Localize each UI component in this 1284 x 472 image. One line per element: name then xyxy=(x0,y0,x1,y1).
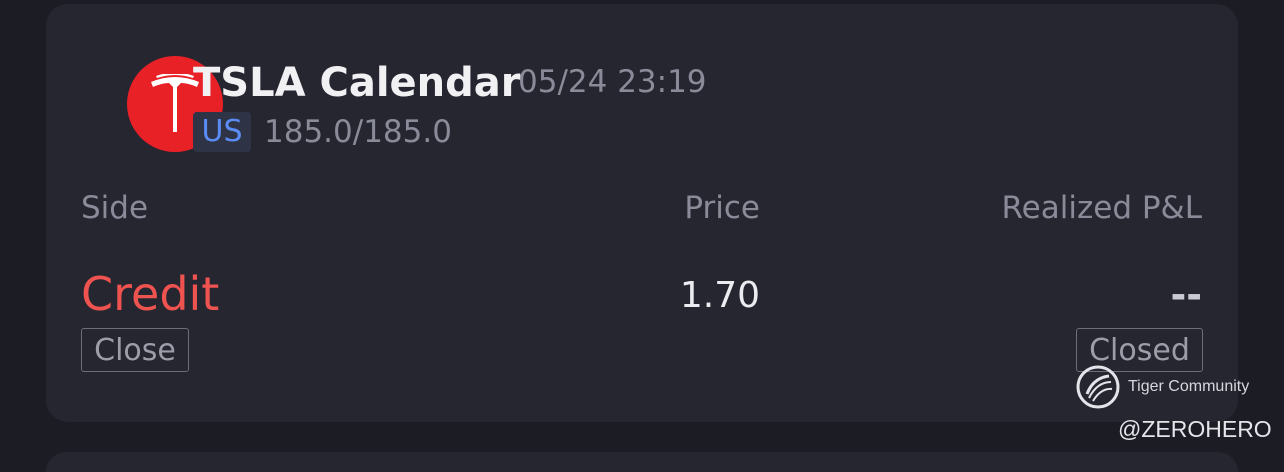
close-tag: Close xyxy=(81,328,189,372)
realized-pnl-header: Realized P&L xyxy=(1001,190,1202,226)
order-title: TSLA Calendar xyxy=(193,60,521,106)
side-value: Credit xyxy=(81,267,220,321)
watermark-handle: @ZEROHERO xyxy=(1118,416,1272,442)
realized-pnl-value: -- xyxy=(1170,273,1202,317)
next-card-edge xyxy=(46,452,1238,472)
quote-price: 185.0/185.0 xyxy=(264,114,452,150)
price-value: 1.70 xyxy=(679,275,760,316)
watermark-community: Tiger Community xyxy=(1128,378,1250,395)
market-badge: US xyxy=(193,112,251,152)
order-timestamp: 05/24 23:19 xyxy=(518,64,707,100)
tiger-community-logo-icon xyxy=(1076,365,1120,409)
price-header: Price xyxy=(684,190,760,226)
side-header: Side xyxy=(81,190,149,226)
